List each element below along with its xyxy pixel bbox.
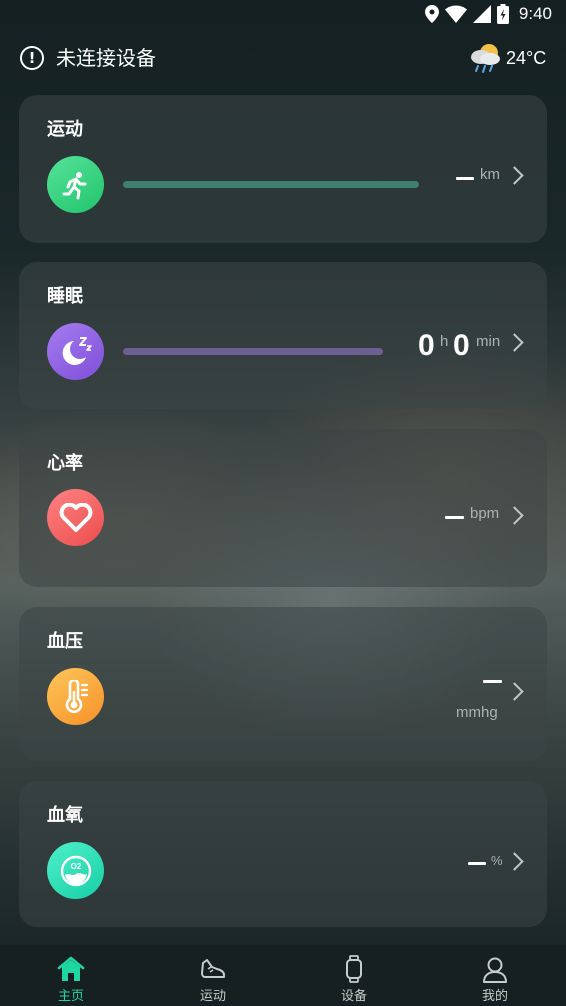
location-icon [424,5,439,23]
oxygen-icon-badge: O2 [47,842,104,899]
exercise-icon-badge [47,156,104,213]
exercise-card-title: 运动 [47,119,83,140]
home-icon [57,956,85,981]
sleep-progress-bar [123,348,383,355]
blood-oxygen-card-title: 血氧 [47,805,83,826]
heart-rate-value-dash [445,516,464,519]
status-bar: 9:40 [0,0,566,30]
heart-rate-card[interactable]: 心率 — bpm [19,429,547,587]
exercise-chevron-icon[interactable] [505,166,524,185]
blood-oxygen-card[interactable]: 血氧 O2 — % [19,781,547,927]
blood-pressure-card[interactable]: 血压 — mmhg [19,607,547,761]
sleep-hours: 0 [418,329,435,362]
nav-item-profile[interactable]: 我的 [455,945,535,1006]
person-icon [483,957,507,983]
signal-icon [472,5,491,23]
blood-pressure-value-dash [483,680,502,683]
thermometer-icon [65,679,88,713]
shoe-icon [201,959,225,978]
heart-icon-badge [47,489,104,546]
rain-cloud-icon [471,44,500,73]
heart-rate-chevron-icon[interactable] [505,506,524,525]
connection-status[interactable]: 未连接设备 [56,46,156,70]
heart-icon [59,502,92,532]
exercise-card[interactable]: 运动 — km [19,95,547,243]
nav-item-exercise[interactable]: 运动 [173,945,253,1006]
running-icon [62,171,86,199]
sleep-minutes: 0 [453,329,470,362]
wifi-icon [444,5,467,23]
sleep-card[interactable]: 睡眠 0 h 0 min [19,262,547,409]
exercise-unit: km [480,166,500,183]
moon-icon [62,336,92,365]
oxygen-icon-text: O2 [70,862,81,871]
sleep-card-title: 睡眠 [47,286,83,307]
exercise-progress-bar [123,181,419,188]
nav-label-home: 主页 [57,989,84,1004]
nav-item-home[interactable]: 主页 [31,945,111,1006]
blood-oxygen-value-dash [468,862,486,865]
nav-label-device: 设备 [340,989,367,1004]
status-icons: 9:40 [424,4,552,24]
temperature: 24°C [506,48,547,68]
thermometer-icon-badge [47,668,104,725]
blood-oxygen-unit: % [491,853,503,868]
bottom-nav: 主页 运动 设备 我的 [0,945,566,1006]
watch-icon [346,955,362,983]
blood-pressure-chevron-icon[interactable] [505,682,524,701]
heart-rate-card-title: 心率 [47,453,83,474]
nav-item-device[interactable]: 设备 [314,945,394,1006]
sleep-hours-unit: h [440,333,449,350]
status-time: 9:40 [518,4,552,23]
sleep-icon-badge [47,323,104,380]
sleep-chevron-icon[interactable] [505,333,524,352]
blood-pressure-unit: mmhg [456,704,498,721]
blood-oxygen-chevron-icon[interactable] [505,852,524,871]
heart-rate-unit: bpm [470,505,500,522]
nav-label-profile: 我的 [481,989,508,1004]
blood-pressure-card-title: 血压 [47,631,83,652]
nav-label-exercise: 运动 [199,989,226,1004]
sleep-minutes-unit: min [476,333,501,350]
exercise-value-dash [456,177,474,180]
battery-icon [496,4,509,24]
alert-icon[interactable]: ! [20,46,44,70]
oxygen-icon: O2 [60,855,91,886]
header: ! 未连接设备 24°C [0,36,566,80]
